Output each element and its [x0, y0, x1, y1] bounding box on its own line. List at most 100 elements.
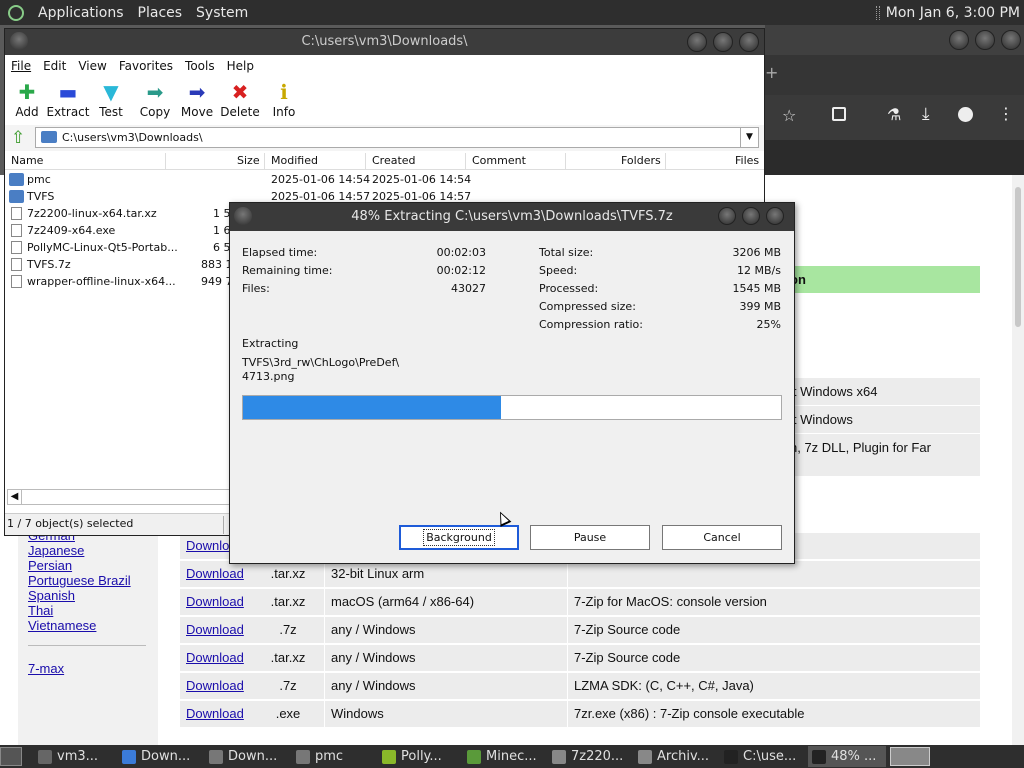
taskbar-item[interactable]: Polly...	[378, 746, 461, 767]
clock[interactable]: Mon Jan 6, 3:00 PM	[886, 5, 1020, 21]
taskbar-item[interactable]: pmc	[292, 746, 376, 767]
move-button[interactable]: ➡ Move	[175, 79, 219, 119]
new-tab-icon[interactable]: +	[765, 63, 778, 82]
file-icon	[11, 241, 22, 254]
status-text: 1 / 7 object(s) selected	[7, 517, 134, 530]
horizontal-scrollbar[interactable]: ◀	[7, 489, 232, 505]
column-created[interactable]: Created	[372, 154, 416, 167]
add-button[interactable]: ✚ Add	[5, 79, 49, 119]
cancel-button[interactable]: Cancel	[662, 525, 782, 550]
file-icon	[11, 224, 22, 237]
taskbar-item[interactable]: 48% ...	[808, 746, 886, 767]
clock-area: Mon Jan 6, 3:00 PM	[875, 0, 1020, 25]
taskbar-item[interactable]: Down...	[205, 746, 290, 767]
menu-tools[interactable]: Tools	[179, 59, 221, 73]
close-icon[interactable]	[739, 32, 759, 52]
taskbar-item[interactable]: Down...	[118, 746, 203, 767]
app-icon	[296, 749, 310, 764]
places-menu[interactable]: Places	[138, 5, 183, 21]
system-menu[interactable]: System	[196, 5, 248, 21]
lang-link-persian[interactable]: Persian	[28, 558, 72, 573]
dialog-title: 48% Extracting C:\users\vm3\Downloads\TV…	[351, 209, 673, 224]
file-row[interactable]: pmc 2025-01-06 14:54 2025-01-06 14:54	[5, 171, 764, 188]
download-link[interactable]: Download	[180, 645, 252, 671]
download-link[interactable]: Download	[180, 701, 252, 727]
lang-link-spanish[interactable]: Spanish	[28, 588, 75, 603]
maximize-icon[interactable]	[713, 32, 733, 52]
profile-icon[interactable]	[958, 107, 973, 122]
maximize-icon[interactable]	[742, 207, 760, 225]
test-button[interactable]: ▼ Test	[89, 79, 133, 119]
minimize-icon[interactable]	[687, 32, 707, 52]
close-icon[interactable]	[1001, 30, 1021, 50]
column-size[interactable]: Size	[237, 154, 260, 167]
lang-link-portuguese-brazil[interactable]: Portuguese Brazil	[28, 573, 131, 588]
taskbar-item[interactable]: C:\use...	[720, 746, 806, 767]
column-name[interactable]: Name	[11, 154, 43, 167]
menu-file[interactable]: File	[5, 59, 37, 73]
taskbar-item-label: C:\use...	[743, 749, 797, 764]
column-folders[interactable]: Folders	[621, 154, 661, 167]
extensions-icon[interactable]	[832, 107, 846, 121]
extract-button[interactable]: ▬ Extract	[46, 79, 90, 119]
info-button[interactable]: ℹ Info	[262, 79, 306, 119]
taskbar-item[interactable]: 7z220...	[548, 746, 632, 767]
download-row: Download .tar.xz any / Windows 7-Zip Sou…	[180, 645, 980, 671]
window-menu-icon[interactable]	[234, 207, 252, 225]
download-icon[interactable]: ⤓	[922, 104, 930, 124]
menu-favorites[interactable]: Favorites	[113, 59, 179, 73]
download-row: Download .tar.xz 32-bit Linux arm	[180, 561, 980, 587]
minimize-icon[interactable]	[949, 30, 969, 50]
add-icon: ✚	[18, 80, 36, 104]
taskbar-item[interactable]: Archiv...	[634, 746, 718, 767]
show-desktop-icon[interactable]	[0, 747, 22, 766]
copy-button[interactable]: ➡ Copy	[133, 79, 177, 119]
chevron-down-icon[interactable]: ▼	[740, 128, 758, 147]
file-manager-title: C:\users\vm3\Downloads\	[301, 34, 468, 49]
page-scrollbar[interactable]	[1012, 175, 1024, 745]
extract-progress-dialog: 48% Extracting C:\users\vm3\Downloads\TV…	[229, 202, 795, 564]
column-comment[interactable]: Comment	[472, 154, 526, 167]
taskbar-item[interactable]: vm3...	[34, 746, 116, 767]
delete-button[interactable]: ✖ Delete	[218, 79, 262, 119]
scrollbar-thumb[interactable]	[1015, 187, 1021, 327]
download-link[interactable]: Download	[180, 617, 252, 643]
app-icon	[209, 749, 223, 764]
folder-icon	[9, 173, 24, 186]
menu-edit[interactable]: Edit	[37, 59, 72, 73]
minimize-icon[interactable]	[718, 207, 736, 225]
workspace-switcher[interactable]	[890, 747, 930, 766]
lang-link-thai[interactable]: Thai	[28, 603, 53, 618]
download-link[interactable]: Download	[180, 561, 252, 587]
labs-flask-icon[interactable]: ⚗	[887, 105, 901, 124]
lang-link-vietnamese[interactable]: Vietnamese	[28, 618, 96, 633]
speed-value: 12 MB/s	[737, 264, 781, 277]
close-icon[interactable]	[766, 207, 784, 225]
up-folder-icon[interactable]: ⇧	[11, 128, 25, 148]
window-menu-icon[interactable]	[10, 32, 28, 50]
menu-view[interactable]: View	[72, 59, 112, 73]
browser-menu-icon[interactable]: ⋮	[998, 104, 1014, 123]
compression-ratio-value: 25%	[756, 318, 781, 331]
distro-logo-icon[interactable]	[8, 4, 24, 21]
browser-infobar	[765, 140, 1024, 175]
seven-max-link[interactable]: 7-max	[28, 661, 64, 676]
download-link[interactable]: Download	[180, 589, 252, 615]
bookmark-star-icon[interactable]: ☆	[782, 106, 796, 125]
file-icon	[11, 275, 22, 288]
address-text: C:\users\vm3\Downloads\	[62, 131, 203, 144]
dialog-window-buttons	[718, 207, 784, 225]
scroll-left-icon[interactable]: ◀	[8, 490, 22, 504]
background-button[interactable]: Background	[399, 525, 519, 550]
menu-help[interactable]: Help	[221, 59, 260, 73]
lang-link-japanese[interactable]: Japanese	[28, 543, 84, 558]
taskbar-item[interactable]: Minec...	[463, 746, 546, 767]
address-input[interactable]: C:\users\vm3\Downloads\ ▼	[35, 127, 759, 148]
current-path: TVFS\3rd_rw\ChLogo\PreDef\	[242, 356, 400, 369]
column-files[interactable]: Files	[735, 154, 759, 167]
pause-button[interactable]: Pause	[530, 525, 650, 550]
column-modified[interactable]: Modified	[271, 154, 318, 167]
download-link[interactable]: Download	[180, 673, 252, 699]
applications-menu[interactable]: Applications	[38, 5, 124, 21]
maximize-icon[interactable]	[975, 30, 995, 50]
